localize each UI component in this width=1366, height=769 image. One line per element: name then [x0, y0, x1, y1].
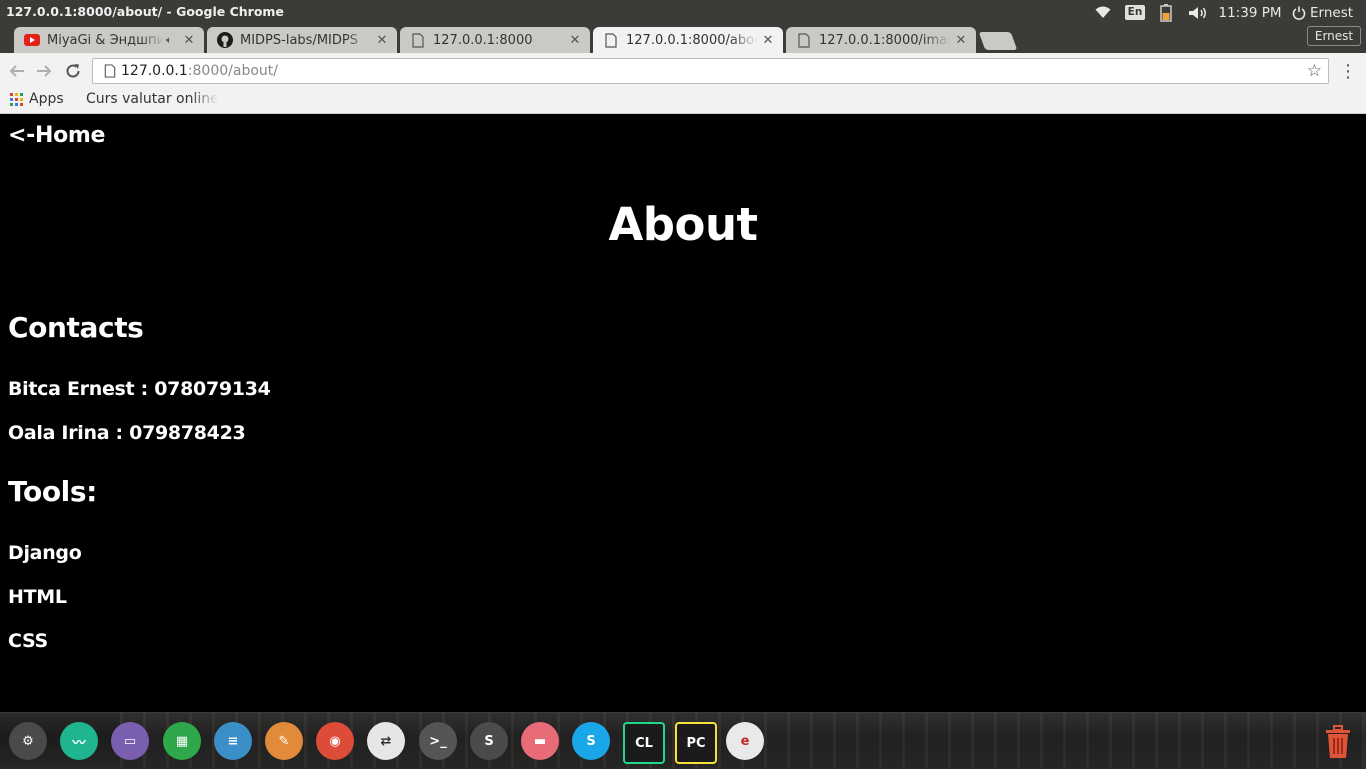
close-tab-icon[interactable]: ✕ — [761, 33, 775, 48]
new-tab-button[interactable] — [978, 32, 1018, 50]
sublime-text-icon[interactable]: S — [470, 722, 508, 760]
tab-images[interactable]: 127.0.0.1:8000/images/ ✕ — [786, 27, 976, 53]
page-icon — [410, 32, 426, 48]
tab-localhost[interactable]: 127.0.0.1:8000 ✕ — [400, 27, 590, 53]
clock[interactable]: 11:39 PM — [1218, 3, 1282, 22]
page-title: About — [608, 198, 758, 251]
trash-icon[interactable] — [1322, 725, 1354, 759]
arrow-left-icon — [9, 65, 24, 77]
reload-icon — [66, 64, 80, 78]
tab-youtube[interactable]: MiyaGi & Эндшпиль 🔈︎ ✕ — [14, 27, 204, 53]
gimp-icon[interactable]: ✎ — [265, 722, 303, 760]
tab-label: 127.0.0.1:8000 — [433, 32, 533, 48]
tab-strip: MiyaGi & Эндшпиль 🔈︎ ✕ MIDPS-labs/MIDPS … — [0, 25, 1366, 53]
keyboard-layout-indicator[interactable]: En — [1124, 3, 1146, 22]
bookmark-star-icon[interactable]: ☆ — [1307, 61, 1322, 81]
bookmark-apps[interactable]: Apps — [10, 91, 64, 107]
tool-item: CSS — [8, 630, 48, 652]
tab-label: MIDPS-labs/MIDPS — [240, 32, 358, 48]
bookmarks-bar: Apps Curs valutar online — [0, 89, 1366, 114]
tab-label: 127.0.0.1:8000/images/ — [819, 32, 950, 48]
github-icon — [217, 32, 233, 48]
tab-label: MiyaGi & Эндшпиль — [47, 32, 164, 48]
battery-icon[interactable] — [1158, 3, 1174, 22]
page-info-icon[interactable] — [103, 64, 117, 78]
volume-icon[interactable] — [1187, 3, 1209, 22]
window-title: 127.0.0.1:8000/about/ - Google Chrome — [6, 4, 284, 19]
speaker-icon[interactable]: 🔈︎ — [166, 35, 178, 46]
forward-button[interactable] — [32, 59, 56, 83]
tools-heading: Tools: — [8, 475, 97, 508]
user-name: Ernest — [1310, 4, 1354, 21]
spreadsheet-icon[interactable]: ▦ — [163, 722, 201, 760]
pdf-reader-icon[interactable]: e — [726, 722, 764, 760]
skype-icon[interactable]: S — [572, 722, 610, 760]
url-text: 127.0.0.1:8000/about/ — [121, 63, 278, 79]
system-settings-icon[interactable]: ⚙ — [9, 722, 47, 760]
close-tab-icon[interactable]: ✕ — [954, 33, 968, 48]
contacts-heading: Contacts — [8, 311, 144, 344]
chrome-menu-icon[interactable]: ⋮ — [1339, 60, 1357, 82]
page-icon — [603, 32, 619, 48]
bookmark-label: Apps — [29, 91, 64, 107]
tab-about[interactable]: 127.0.0.1:8000/about/ ✕ — [593, 27, 783, 53]
address-bar[interactable]: 127.0.0.1:8000/about/ ☆ — [92, 58, 1329, 84]
reload-button[interactable] — [61, 59, 85, 83]
url-host: 127.0.0.1 — [121, 63, 188, 79]
system-monitor-icon[interactable]: 〰 — [60, 722, 98, 760]
keyboard-layout-label: En — [1124, 5, 1146, 20]
terminal-icon[interactable]: >_ — [419, 722, 457, 760]
close-tab-icon[interactable]: ✕ — [568, 33, 582, 48]
apps-grid-icon — [10, 92, 23, 106]
slides-icon[interactable]: ▬ — [521, 722, 559, 760]
page-content: <-Home About Contacts Bitca Ernest : 078… — [0, 114, 1366, 712]
pycharm-icon[interactable]: PC — [675, 722, 717, 764]
text-editor-icon[interactable]: ≡ — [214, 722, 252, 760]
tab-github[interactable]: MIDPS-labs/MIDPS ✕ — [207, 27, 397, 53]
bookmark-label: Curs valutar online — [86, 91, 218, 107]
close-tab-icon[interactable]: ✕ — [182, 33, 196, 48]
tweak-tool-icon[interactable]: ⇄ — [367, 722, 405, 760]
dock: ⚙ 〰 ▭ ▦ ≡ ✎ ◉ ⇄ >_ S ▬ S CL PC e — [0, 712, 1366, 769]
tab-label: 127.0.0.1:8000/about/ — [626, 32, 757, 48]
tool-item: Django — [8, 542, 82, 564]
user-menu[interactable]: Ernest — [1292, 3, 1364, 22]
arrow-right-icon — [37, 65, 52, 77]
browser-toolbar: 127.0.0.1:8000/about/ ☆ ⋮ — [0, 53, 1366, 89]
youtube-icon — [24, 32, 40, 48]
back-button[interactable] — [5, 59, 29, 83]
home-link[interactable]: <-Home — [8, 123, 105, 148]
contact-entry: Oala Irina : 079878423 — [8, 422, 246, 444]
system-top-bar: 127.0.0.1:8000/about/ - Google Chrome En… — [0, 0, 1366, 25]
wifi-icon[interactable] — [1094, 3, 1112, 22]
tool-item: HTML — [8, 586, 67, 608]
chrome-icon[interactable]: ◉ — [316, 722, 354, 760]
clion-icon[interactable]: CL — [623, 722, 665, 764]
power-icon — [1292, 6, 1306, 20]
bookmark-curs-valutar[interactable]: Curs valutar online — [80, 91, 218, 107]
url-path: :8000/about/ — [187, 63, 278, 79]
page-icon — [796, 32, 812, 48]
contact-entry: Bitca Ernest : 078079134 — [8, 378, 271, 400]
files-icon[interactable]: ▭ — [111, 722, 149, 760]
close-tab-icon[interactable]: ✕ — [375, 33, 389, 48]
profile-button[interactable]: Ernest — [1307, 26, 1361, 46]
